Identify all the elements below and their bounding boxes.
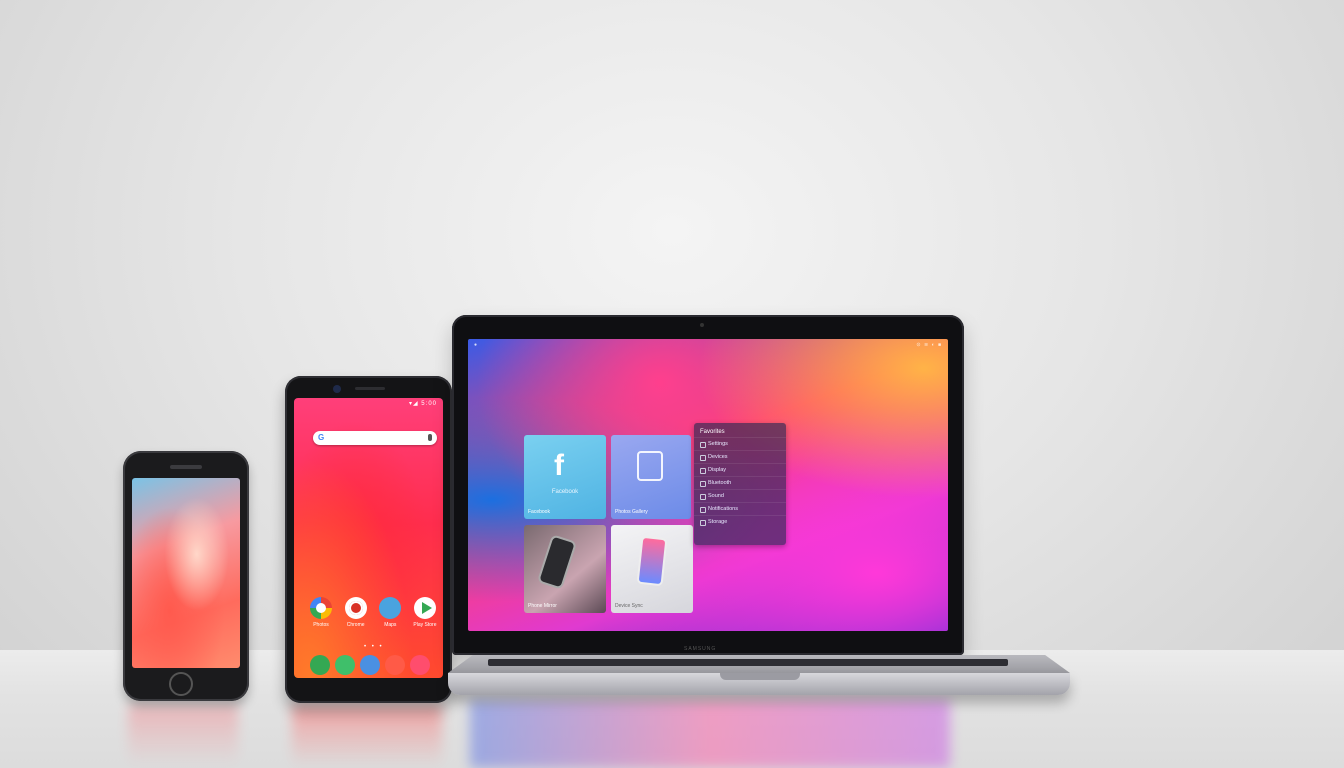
app-maps[interactable]: Maps [377,597,403,629]
laptop-desktop: ● ⊙ ≋ ◐ ■ f Facebook Facebook Photos Gal… [468,339,948,631]
app-row: Photos Chrome Maps Play Store [308,597,438,629]
phone-image [539,536,575,588]
laptop-base [448,655,1070,697]
earpiece [170,465,202,469]
tile-caption: Phone Mirror [528,603,557,609]
google-search-bar[interactable]: G [313,431,437,445]
android-phone-reflection [292,706,442,768]
android-home-screen: ▾◢ 5:00 G Photos Chrome Maps Play Store … [294,398,443,678]
app-dock [310,655,430,675]
tile-phone-photo[interactable]: Phone Mirror [524,525,606,613]
system-tray-icons: ⊙ ≋ ◐ ■ [916,342,942,348]
laptop-reflection [470,700,950,768]
front-camera [333,385,341,393]
menu-item[interactable]: Display [694,463,786,476]
app-chrome[interactable]: Chrome [343,597,369,629]
phone-icon[interactable] [310,655,330,675]
small-phone-screen [132,478,240,668]
product-photo: ▾◢ 5:00 G Photos Chrome Maps Play Store … [0,0,1344,768]
app-label: Maps [384,622,397,628]
phone-image [638,537,666,585]
play-store-icon [413,597,436,619]
tile-gallery[interactable]: Photos Gallery [611,435,691,519]
lid-notch [720,673,800,680]
contacts-icon[interactable] [360,655,380,675]
status-bar: ▾◢ 5:00 [409,401,437,407]
small-phone [123,451,249,701]
menu-item[interactable]: Settings [694,437,786,450]
app-label: Play Store [413,622,437,628]
messages-icon[interactable] [335,655,355,675]
menu-item[interactable]: Storage [694,515,786,528]
tile-caption: Photos Gallery [615,509,648,515]
menu-item[interactable]: Notifications [694,502,786,515]
chrome-icon [344,597,367,619]
laptop-lid: ● ⊙ ≋ ◐ ■ f Facebook Facebook Photos Gal… [452,315,964,655]
small-phone-reflection [128,706,238,766]
page-indicator: • • • [364,644,384,650]
app-play-store[interactable]: Play Store [412,597,438,629]
camera-icon[interactable] [410,655,430,675]
earpiece [355,387,385,390]
keyboard-strip [488,659,1008,666]
android-phone: ▾◢ 5:00 G Photos Chrome Maps Play Store … [285,376,452,703]
home-button[interactable] [169,672,193,696]
menu-item[interactable]: Sound [694,489,786,502]
webcam [700,323,704,327]
tile-caption: Device Sync [615,603,643,609]
app-label: Chrome [346,622,365,628]
menu-bar: ● ⊙ ≋ ◐ ■ [474,342,942,348]
app-photos[interactable]: Photos [308,597,334,629]
menu-item[interactable]: Devices [694,450,786,463]
google-icon: G [318,433,325,442]
music-icon[interactable] [385,655,405,675]
tile-caption: Facebook [528,509,550,515]
laptop-brand: SAMSUNG [684,646,717,652]
side-menu-panel: Favorites Settings Devices Display Bluet… [694,423,786,545]
facebook-icon: f [554,449,564,482]
menubar-left: ● [474,342,478,348]
tile-device-photo[interactable]: Device Sync [611,525,693,613]
gallery-icon [637,451,663,481]
menu-header: Favorites [700,429,725,435]
photos-icon [310,597,332,619]
maps-icon [379,597,402,619]
tile-facebook[interactable]: f Facebook Facebook [524,435,606,519]
tile-title: Facebook [551,489,579,495]
app-label: Photos [313,622,329,628]
menu-item[interactable]: Bluetooth [694,476,786,489]
mic-icon[interactable] [428,434,432,441]
